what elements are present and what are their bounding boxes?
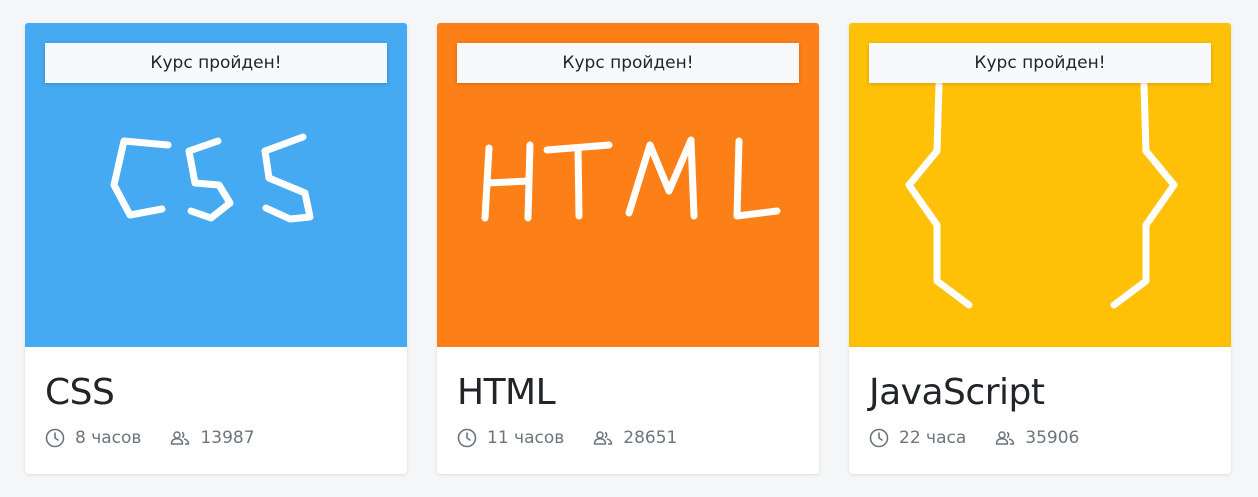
course-cover[interactable]: Курс пройден! — [849, 23, 1231, 347]
course-students-count: 13987 — [200, 428, 255, 448]
course-cover[interactable]: Курс пройден! — [25, 23, 407, 347]
users-icon — [996, 431, 1015, 445]
course-card-css[interactable]: Курс пройден! CSS 8 часов 13987 — [25, 23, 407, 474]
course-meta: 22 часа 35906 — [869, 425, 1211, 451]
course-students: 28651 — [593, 428, 677, 448]
course-completed-badge: Курс пройден! — [457, 43, 799, 83]
course-completed-badge: Курс пройден! — [869, 43, 1211, 83]
course-duration-text: 22 часа — [899, 428, 967, 448]
course-duration-text: 11 часов — [487, 428, 565, 448]
course-cover[interactable]: Курс пройден! — [437, 23, 819, 347]
course-card-html[interactable]: Курс пройден! HTML 11 часов 28651 — [437, 23, 819, 474]
users-icon — [594, 431, 613, 445]
course-title[interactable]: CSS — [45, 371, 387, 415]
course-completed-badge: Курс пройден! — [45, 43, 387, 83]
users-icon — [171, 431, 190, 445]
course-students-count: 28651 — [623, 428, 678, 448]
course-duration: 11 часов — [457, 428, 564, 448]
course-students: 13987 — [170, 428, 255, 448]
clock-icon — [45, 428, 65, 448]
clock-icon — [457, 428, 477, 448]
course-students: 35906 — [995, 428, 1079, 448]
course-grid: Курс пройден! CSS 8 часов 13987 Курс про… — [25, 23, 1231, 474]
course-meta: 11 часов 28651 — [457, 425, 799, 451]
course-title[interactable]: HTML — [457, 371, 799, 415]
course-title[interactable]: JavaScript — [869, 371, 1211, 415]
course-duration: 8 часов — [45, 428, 141, 448]
course-duration: 22 часа — [869, 428, 966, 448]
course-meta: 8 часов 13987 — [45, 425, 387, 451]
course-card-javascript[interactable]: Курс пройден! JavaScript 22 часа 35906 — [849, 23, 1231, 474]
course-students-count: 35906 — [1025, 428, 1080, 448]
clock-icon — [869, 428, 889, 448]
course-duration-text: 8 часов — [75, 428, 142, 448]
